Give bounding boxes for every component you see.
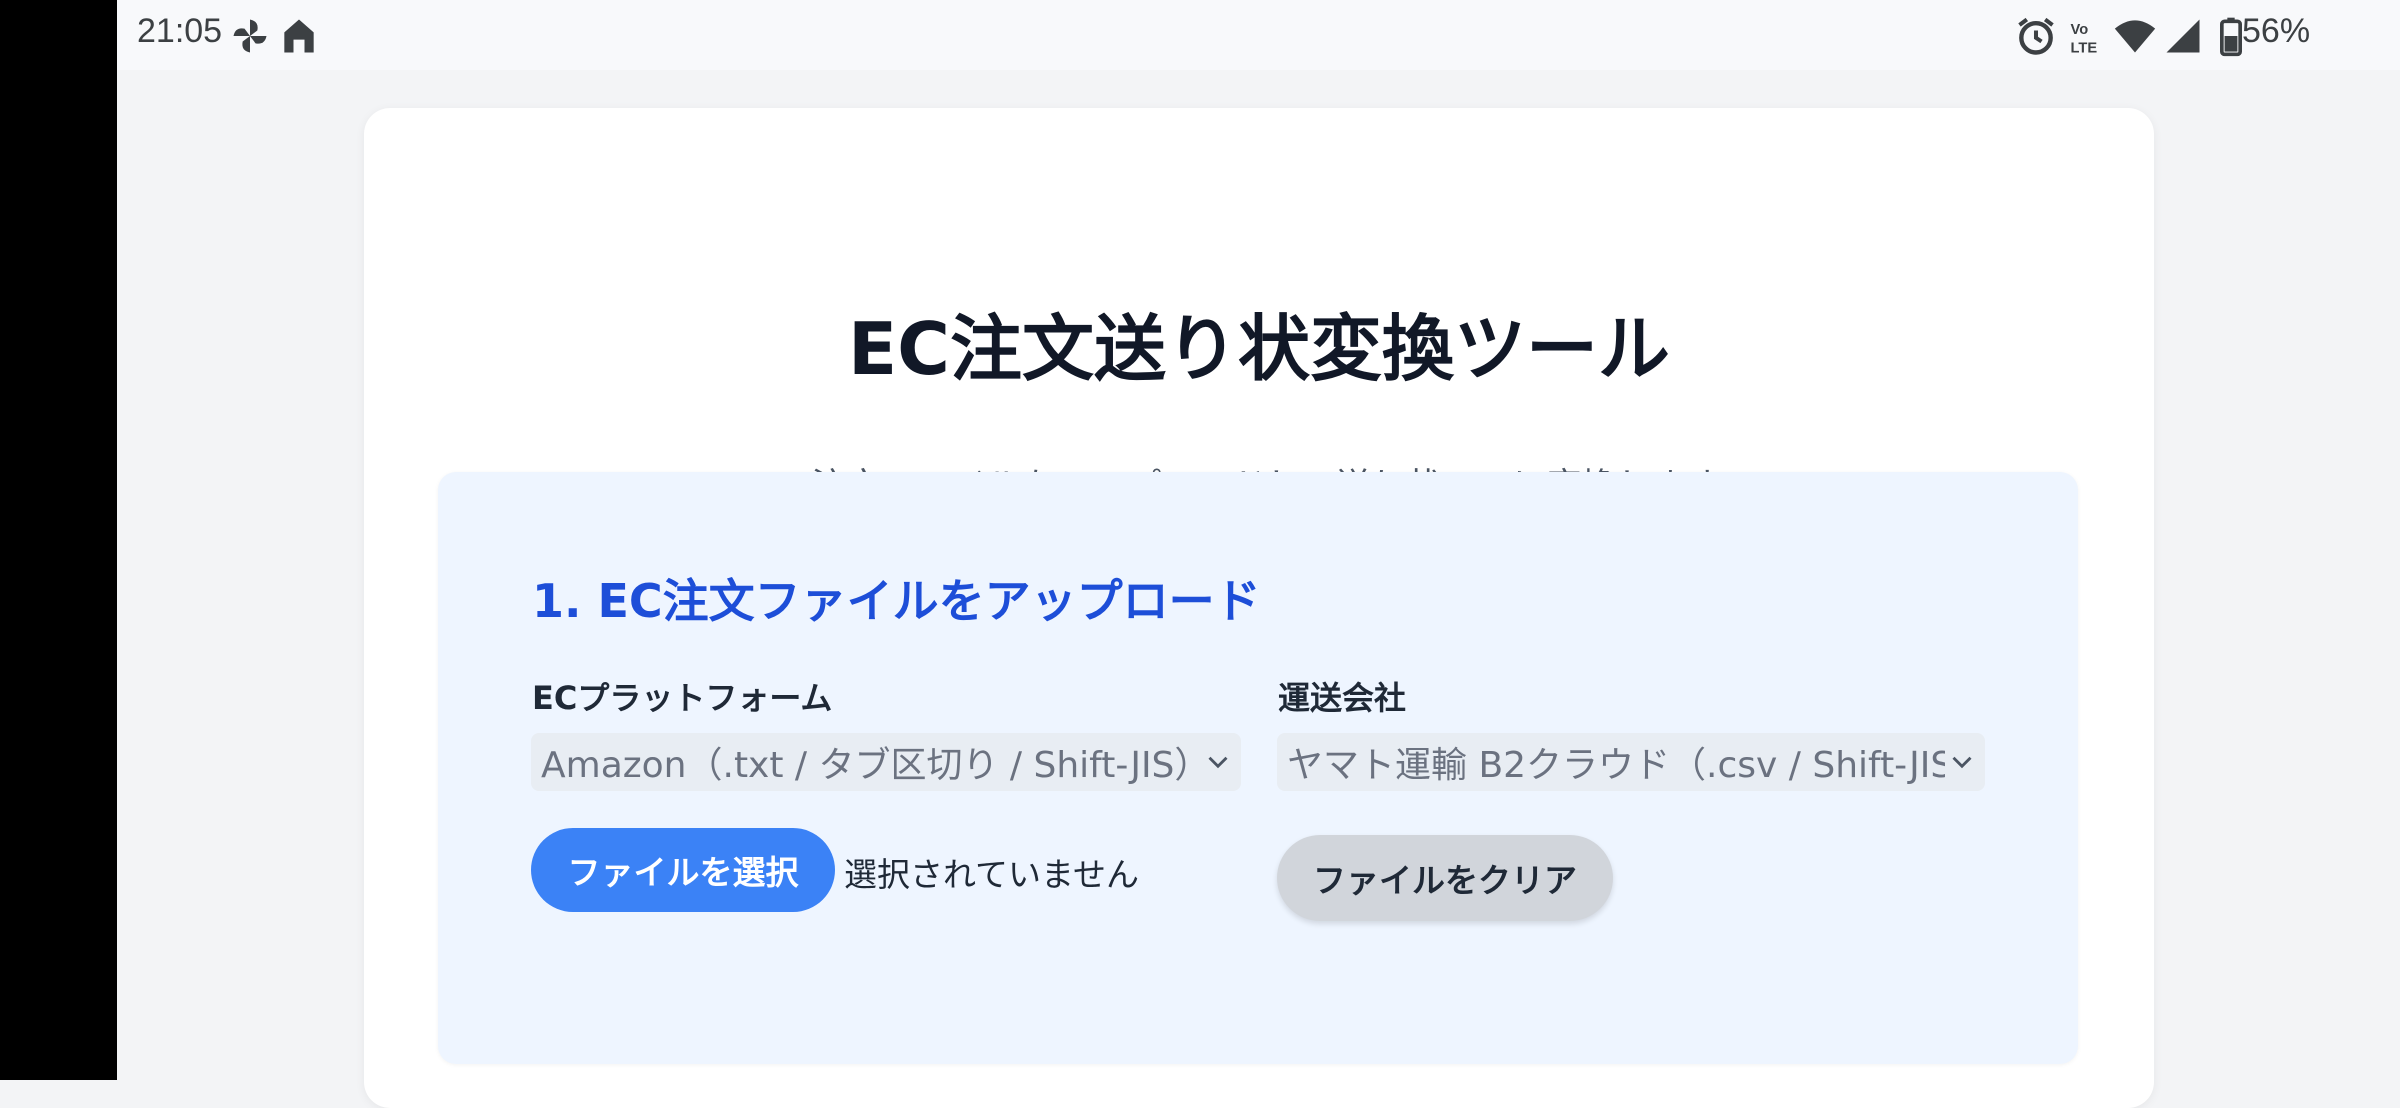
upload-section-title: 1. EC注文ファイルをアップロード: [532, 574, 1261, 628]
volte-icon: Vo LTE: [2071, 22, 2098, 57]
status-bar: 21:05 Vo LTE 56%: [117, 0, 2400, 70]
platform-label: ECプラットフォーム: [532, 679, 833, 717]
platform-select-value: Amazon（.txt / タブ区切り / Shift-JIS）: [541, 745, 1201, 786]
chevron-down-icon: [1952, 756, 1972, 769]
alarm-icon: [2018, 17, 2054, 55]
left-black-bar: [0, 0, 117, 1080]
svg-text:Vo: Vo: [2071, 22, 2089, 38]
no-file-selected-text: 選択されていません: [844, 855, 1140, 894]
chevron-down-icon: [1208, 756, 1228, 769]
choose-file-button[interactable]: ファイルを選択: [531, 828, 835, 912]
svg-text:LTE: LTE: [2071, 41, 2098, 57]
page-title: EC注文送り状変換ツール: [847, 307, 1671, 391]
status-time: 21:05: [137, 12, 223, 50]
wifi-icon: [2114, 20, 2156, 53]
home-icon: [284, 19, 314, 53]
clear-file-button[interactable]: ファイルをクリア: [1277, 835, 1613, 921]
carrier-select-value: ヤマト運輸 B2クラウド（.csv / Shift-JIS）: [1287, 745, 1945, 786]
platform-select[interactable]: Amazon（.txt / タブ区切り / Shift-JIS）: [531, 733, 1241, 791]
pinwheel-icon: [233, 19, 267, 53]
battery-percent: 56%: [2242, 12, 2311, 50]
carrier-select[interactable]: ヤマト運輸 B2クラウド（.csv / Shift-JIS）: [1277, 733, 1985, 791]
carrier-label: 運送会社: [1278, 679, 1407, 717]
signal-icon: [2166, 19, 2200, 53]
